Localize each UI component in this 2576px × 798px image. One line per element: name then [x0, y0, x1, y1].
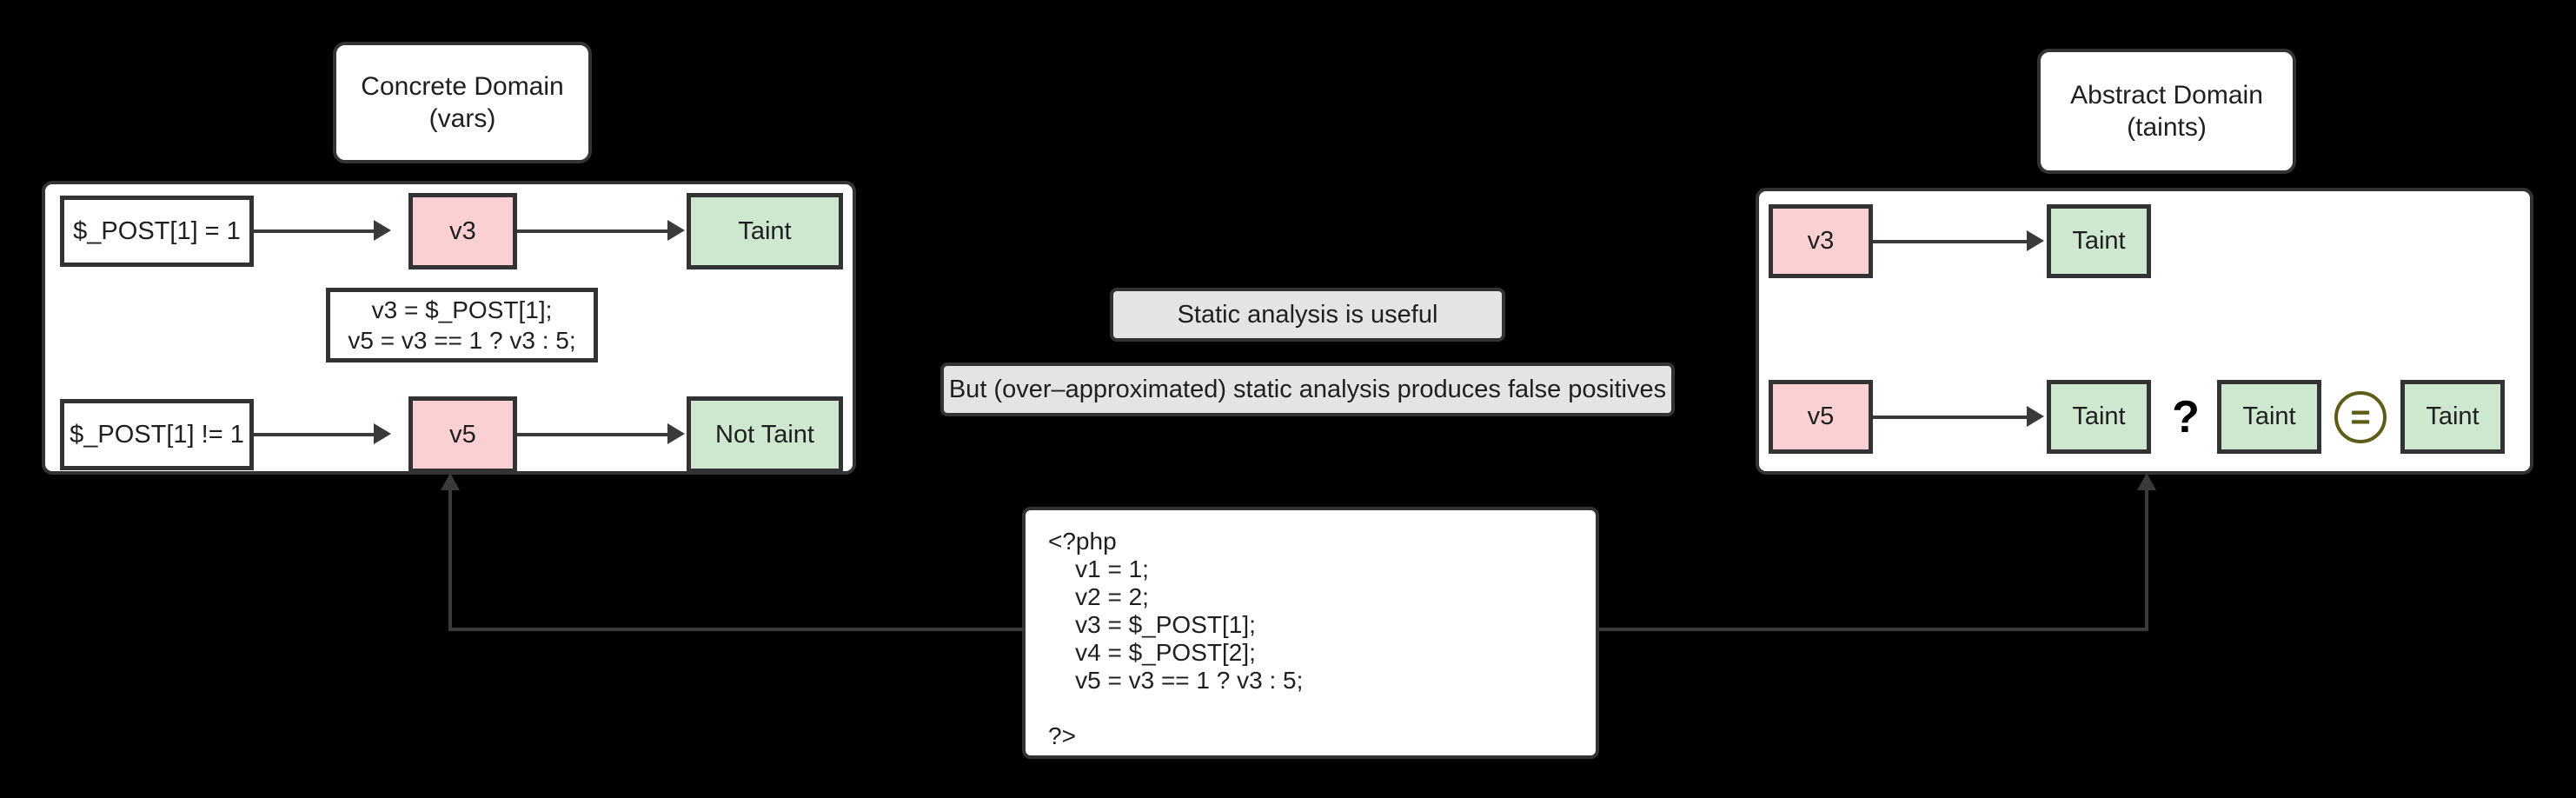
code-to-abstract-edge-v — [2145, 487, 2148, 629]
diagram-canvas: Concrete Domain (vars) Abstract Domain (… — [0, 0, 2576, 798]
concrete-top-arrow-2 — [667, 220, 685, 241]
concrete-statement-box: v3 = $_POST[1]; v5 = v3 == 1 ? v3 : 5; — [326, 288, 598, 362]
equals-circle-icon: = — [2334, 391, 2387, 443]
abstract-compare-right-box: Taint — [2400, 380, 2505, 454]
abstract-bottom-result-box: Taint — [2047, 380, 2151, 454]
concrete-bottom-edge-2 — [517, 433, 669, 436]
concrete-top-result-box: Taint — [687, 193, 843, 269]
abstract-top-edge — [1873, 240, 2029, 243]
abstract-top-result-box: Taint — [2047, 204, 2151, 278]
concrete-bottom-edge-1 — [254, 433, 375, 436]
abstract-top-variable-box: v3 — [1769, 204, 1873, 278]
abstract-top-arrow — [2027, 230, 2044, 251]
question-mark-icon: ? — [2172, 391, 2200, 442]
concrete-domain-title-card: Concrete Domain (vars) — [333, 42, 592, 163]
concrete-bottom-condition-box: $_POST[1] != 1 — [60, 399, 254, 470]
abstract-bottom-edge — [1873, 416, 2029, 419]
php-code-box: <?php v1 = 1; v2 = 2; v3 = $_POST[1]; v4… — [1022, 507, 1599, 759]
concrete-bottom-variable-box: v5 — [408, 396, 517, 473]
concrete-bottom-arrow-2 — [667, 423, 685, 444]
abstract-domain-title-card: Abstract Domain (taints) — [2037, 49, 2296, 174]
code-to-concrete-edge-v — [448, 487, 452, 629]
code-to-abstract-arrow — [2137, 473, 2156, 490]
concrete-top-condition-box: $_POST[1] = 1 — [60, 196, 254, 267]
callout-false-positives: But (over–approximated) static analysis … — [940, 362, 1675, 416]
concrete-top-variable-box: v3 — [408, 193, 517, 269]
abstract-bottom-variable-box: v5 — [1769, 380, 1873, 454]
concrete-bottom-result-box: Not Taint — [687, 396, 843, 473]
concrete-top-arrow-1 — [374, 220, 391, 241]
concrete-top-edge-1 — [254, 229, 375, 233]
code-to-concrete-arrow — [441, 473, 460, 490]
abstract-compare-left-box: Taint — [2217, 380, 2321, 454]
code-to-abstract-edge-h — [1599, 628, 2148, 631]
abstract-bottom-arrow — [2027, 406, 2044, 427]
concrete-top-edge-2 — [517, 229, 669, 233]
code-to-concrete-edge-h — [448, 628, 1024, 631]
concrete-bottom-arrow-1 — [374, 423, 391, 444]
callout-static-analysis-useful: Static analysis is useful — [1110, 288, 1505, 342]
